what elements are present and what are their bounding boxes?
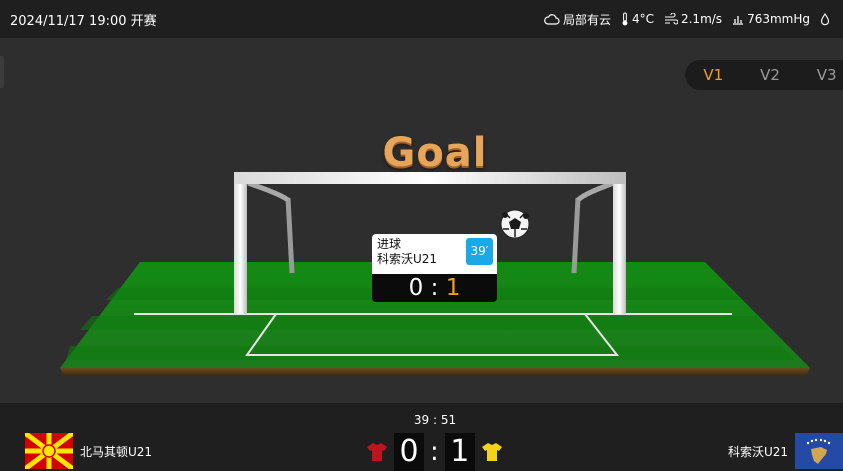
match-clock: 39 : 51 [413,413,457,427]
scoreline: 0 : 1 [366,433,503,471]
weather-info: 局部有云 4°C 2.1m/s 763mmHg [544,11,833,28]
pitch-stripe [66,346,795,360]
home-shirt-icon [367,443,387,461]
top-bar: 2024/11/17 19:00 开赛 局部有云 4°C 2.1m/s 763m… [0,0,843,38]
kickoff-time: 2024/11/17 19:00 开赛 [10,13,157,29]
away-shirt-icon [481,443,502,461]
home-score: 0 [394,433,424,471]
cloud-icon [544,14,560,25]
football [500,209,530,239]
goal-support-right [571,197,581,274]
version-tab-v2[interactable]: V2 [742,60,799,90]
pressure-text: 763mmHg [747,12,810,26]
north-macedonia-flag-icon [25,433,73,469]
goal-back-frame-left [247,180,290,203]
home-team-name: 北马其顿U21 [80,444,153,459]
home-team: 北马其顿U21 [25,433,152,469]
weather-wind: 2.1m/s [664,12,722,26]
temperature-text: 4°C [631,12,654,26]
wind-text: 2.1m/s [680,12,723,26]
version-tab-v1[interactable]: V1 [685,60,742,90]
away-score: 1 [444,433,475,471]
event-score: 0 : 1 [372,274,497,302]
weather-temperature: 4°C [621,12,654,26]
goal-support-left [285,197,295,274]
pitch-stripe [80,316,768,330]
weather-condition-text: 局部有云 [562,12,611,27]
match-animation-stage: Goal V1 V2 V3 [0,38,843,403]
version-tab-v3[interactable]: V3 [798,60,843,90]
goal-back-frame-right [576,180,615,202]
event-score-away: 1 [445,275,461,301]
pitch-scene [60,172,810,376]
goal-post-right [613,174,626,314]
kosovo-flag-icon [795,433,843,469]
wind-icon [664,13,678,25]
humidity-icon [820,12,830,25]
away-team-name: 科索沃U21 [727,444,788,459]
pitch-soil-edge [60,368,810,376]
weather-condition: 局部有云 [544,11,611,28]
away-team: 科索沃U21 [728,433,843,469]
weather-humidity [820,12,833,26]
version-switcher: V1 V2 V3 [685,60,843,90]
goal-post-left [234,174,247,314]
event-score-home: 0 [408,275,424,301]
thermometer-icon [622,12,628,26]
score-separator: : [430,437,439,467]
weather-pressure: 763mmHg [732,12,810,26]
event-score-separator: : [430,275,439,301]
event-minute-badge: 39′ [466,238,493,265]
goal-event-card: 进球 科索沃U21 39′ [372,234,497,274]
scoreboard: 39 : 51 北马其顿U21 0 : 1 科索沃U21 [0,403,843,471]
animation-title: Goal [382,130,488,176]
pressure-icon [733,16,744,25]
